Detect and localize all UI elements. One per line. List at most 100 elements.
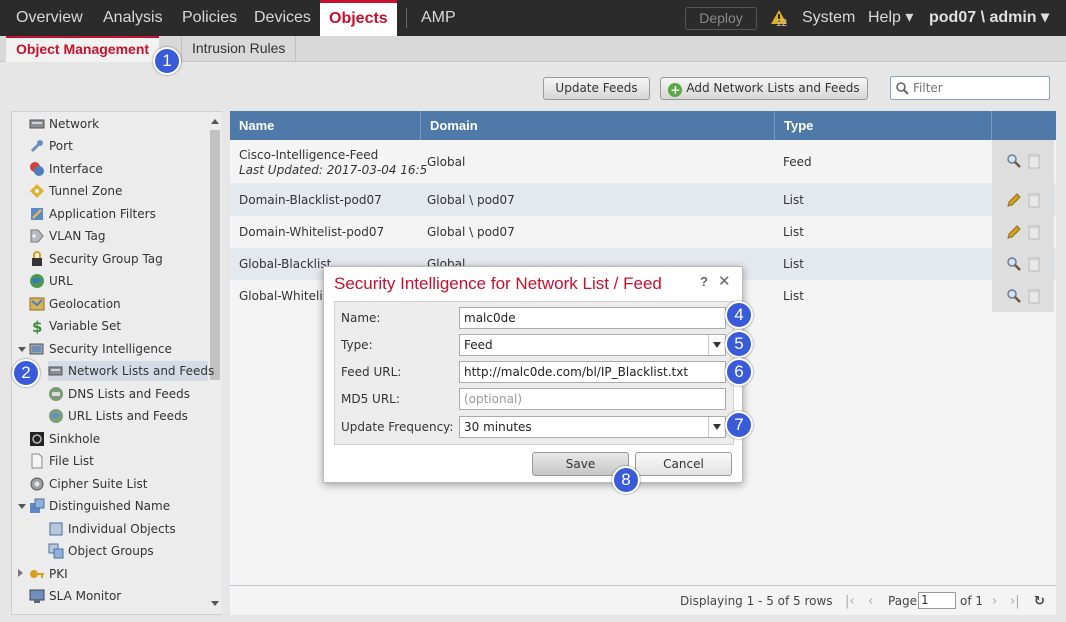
edit-pencil-icon[interactable] bbox=[1006, 224, 1022, 240]
expand-security-intelligence-icon[interactable] bbox=[18, 347, 26, 352]
tab-intrusion-rules[interactable]: Intrusion Rules bbox=[181, 36, 297, 62]
sidebar-item-vlan-tag[interactable]: VLAN Tag bbox=[29, 226, 204, 246]
nav-help[interactable]: Help ▾ bbox=[868, 0, 913, 36]
sidebar-item-network[interactable]: Network bbox=[29, 114, 204, 134]
page-total-label: of 1 bbox=[960, 594, 984, 608]
callout-marker: 6 bbox=[725, 358, 753, 386]
update-frequency-select[interactable]: 30 minutes bbox=[459, 416, 726, 438]
nav-overview[interactable]: Overview bbox=[16, 0, 83, 36]
expand-distinguished-name-icon[interactable] bbox=[18, 504, 26, 509]
nav-objects[interactable]: Objects bbox=[320, 0, 397, 36]
tab-object-management[interactable]: Object Management bbox=[6, 36, 160, 62]
table-row[interactable]: Domain-Whitelist-pod07 Global \ pod07 Li… bbox=[230, 216, 1056, 248]
sidebar-item-application-filters[interactable]: Application Filters bbox=[29, 204, 204, 224]
sidebar-item-cipher-suite-list[interactable]: Cipher Suite List bbox=[29, 474, 204, 494]
globe-icon bbox=[30, 274, 44, 288]
first-page-icon[interactable]: |‹ bbox=[845, 594, 855, 609]
dollar-icon: $ bbox=[32, 318, 42, 334]
md5-url-label: MD5 URL: bbox=[341, 392, 400, 406]
sidebar-scroll-thumb[interactable] bbox=[210, 130, 220, 380]
delete-icon[interactable] bbox=[1028, 256, 1040, 272]
delete-icon[interactable] bbox=[1028, 153, 1040, 169]
sidebar-item-port[interactable]: Port bbox=[29, 136, 204, 156]
md5-url-field[interactable]: (optional) bbox=[459, 388, 726, 410]
previous-page-icon[interactable]: ‹ bbox=[868, 594, 873, 609]
delete-icon[interactable] bbox=[1028, 192, 1040, 208]
nav-amp[interactable]: AMP bbox=[421, 0, 456, 36]
feed-url-field[interactable]: http://malc0de.com/bl/IP_Blacklist.txt bbox=[459, 361, 726, 383]
nav-system[interactable]: System bbox=[802, 0, 855, 36]
row-type: List bbox=[783, 289, 804, 303]
sidebar-item-variable-set[interactable]: $ Variable Set bbox=[29, 316, 204, 336]
view-icon[interactable] bbox=[1006, 288, 1022, 304]
filter-input[interactable] bbox=[913, 80, 1043, 96]
view-icon[interactable] bbox=[1006, 256, 1022, 272]
row-name: Domain-Whitelist-pod07 bbox=[239, 225, 385, 239]
nav-devices[interactable]: Devices bbox=[254, 0, 311, 36]
cipher-suite-icon bbox=[30, 477, 44, 491]
refresh-icon[interactable]: ↻ bbox=[1034, 594, 1045, 609]
sidebar-item-url-lists-feeds[interactable]: URL Lists and Feeds bbox=[48, 406, 204, 426]
close-icon[interactable]: ✕ bbox=[718, 272, 731, 290]
sidebar-item-object-groups[interactable]: Object Groups bbox=[48, 541, 204, 561]
deploy-button[interactable]: Deploy bbox=[685, 7, 757, 30]
add-network-lists-button[interactable]: + Add Network Lists and Feeds bbox=[660, 77, 868, 100]
sidebar-item-file-list[interactable]: File List bbox=[29, 451, 204, 471]
sidebar-item-geolocation[interactable]: Geolocation bbox=[29, 294, 204, 314]
sidebar-item-sinkhole[interactable]: Sinkhole bbox=[29, 429, 204, 449]
callout-marker: 7 bbox=[725, 411, 753, 439]
update-frequency-label: Update Frequency: bbox=[341, 420, 454, 434]
sidebar-item-dns-lists-feeds[interactable]: DNS Lists and Feeds bbox=[48, 384, 204, 404]
table-pagination-footer: Displaying 1 - 5 of 5 rows |‹ ‹ Page 1 o… bbox=[230, 585, 1056, 615]
application-filters-icon bbox=[31, 208, 43, 220]
column-header-domain[interactable]: Domain bbox=[421, 111, 775, 140]
sidebar-item-pki[interactable]: PKI bbox=[29, 564, 204, 584]
column-header-name[interactable]: Name bbox=[230, 111, 421, 140]
scroll-down-arrow-icon[interactable] bbox=[211, 601, 219, 606]
row-type: List bbox=[783, 257, 804, 271]
name-field[interactable]: malc0de bbox=[459, 307, 726, 329]
sidebar-item-url[interactable]: URL bbox=[29, 271, 204, 291]
sidebar-item-tunnel-zone[interactable]: Tunnel Zone bbox=[29, 181, 204, 201]
last-page-icon[interactable]: ›| bbox=[1010, 594, 1020, 609]
sidebar-item-security-group-tag[interactable]: Security Group Tag bbox=[29, 249, 204, 269]
feed-url-label: Feed URL: bbox=[341, 365, 402, 379]
help-icon[interactable]: ? bbox=[700, 274, 708, 289]
delete-icon[interactable] bbox=[1028, 224, 1040, 240]
expand-pki-icon[interactable] bbox=[18, 569, 23, 577]
callout-marker: 1 bbox=[153, 47, 181, 75]
cancel-button[interactable]: Cancel bbox=[635, 452, 732, 476]
type-select[interactable]: Feed bbox=[459, 334, 726, 356]
next-page-icon[interactable]: › bbox=[992, 594, 997, 609]
security-intelligence-icon bbox=[29, 343, 44, 355]
security-group-tag-icon bbox=[32, 251, 42, 266]
table-row[interactable]: Cisco-Intelligence-Feed Last Updated: 20… bbox=[230, 140, 1056, 183]
update-feeds-button[interactable]: Update Feeds bbox=[543, 77, 650, 100]
row-actions-column bbox=[992, 140, 1054, 312]
scroll-up-arrow-icon[interactable] bbox=[211, 119, 219, 124]
network-list-icon bbox=[48, 366, 63, 376]
filter-field[interactable] bbox=[890, 76, 1050, 100]
nav-policies[interactable]: Policies bbox=[182, 0, 237, 36]
nav-divider bbox=[406, 8, 407, 28]
sidebar-item-security-intelligence[interactable]: Security Intelligence bbox=[29, 339, 204, 359]
page-number-input[interactable]: 1 bbox=[918, 592, 956, 609]
user-menu[interactable]: pod07 \ admin ▾ bbox=[929, 0, 1049, 36]
row-domain: Global \ pod07 bbox=[427, 225, 515, 239]
delete-icon[interactable] bbox=[1028, 288, 1040, 304]
sidebar-item-interface[interactable]: Interface bbox=[29, 159, 204, 179]
view-icon[interactable] bbox=[1006, 153, 1022, 169]
table-row[interactable]: Domain-Blacklist-pod07 Global \ pod07 Li… bbox=[230, 183, 1056, 216]
object-groups-icon bbox=[48, 543, 64, 559]
nav-analysis[interactable]: Analysis bbox=[103, 0, 163, 36]
top-navigation-bar: Overview Analysis Policies Devices Objec… bbox=[0, 0, 1066, 36]
dialog-title: Security Intelligence for Network List /… bbox=[334, 274, 662, 293]
sidebar-item-individual-objects[interactable]: Individual Objects bbox=[48, 519, 204, 539]
sidebar-item-sla-monitor[interactable]: SLA Monitor bbox=[29, 586, 204, 606]
sidebar-item-network-lists-feeds[interactable]: Network Lists and Feeds bbox=[48, 361, 214, 381]
sidebar-item-distinguished-name[interactable]: Distinguished Name bbox=[29, 496, 204, 516]
callout-marker: 4 bbox=[725, 301, 753, 329]
column-header-type[interactable]: Type bbox=[775, 111, 992, 140]
row-last-updated: Last Updated: 2017-03-04 16:5 bbox=[239, 163, 428, 177]
edit-pencil-icon[interactable] bbox=[1006, 192, 1022, 208]
